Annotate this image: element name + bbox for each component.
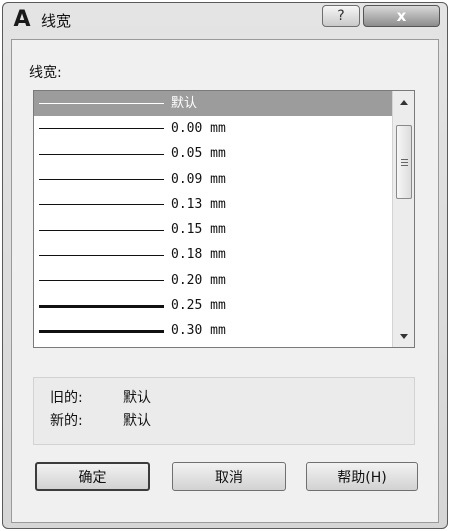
help-button[interactable]: 帮助(H) — [306, 462, 418, 491]
lineweight-value: 0.30 mm — [171, 323, 226, 339]
new-lineweight-row: 新的: 默认 — [50, 412, 151, 430]
lineweight-rows: 默认 0.00 mm 0.05 mm 0.09 mm 0.13 mm 0.15 mm 0.1… — [34, 91, 392, 347]
autocad-app-icon: A — [13, 7, 31, 32]
arrow-up-icon — [400, 99, 408, 105]
old-lineweight-label: 旧的: — [50, 390, 83, 406]
scroll-down-button[interactable] — [393, 327, 415, 345]
lineweight-value: 0.05 mm — [171, 146, 226, 162]
old-lineweight-row: 旧的: 默认 — [50, 389, 151, 407]
lineweight-value: 0.15 mm — [171, 222, 226, 238]
close-icon: x — [396, 7, 407, 25]
list-item[interactable]: 0.00 mm — [34, 116, 392, 141]
list-item[interactable]: 0.20 mm — [34, 268, 392, 293]
old-lineweight-value: 默认 — [123, 390, 151, 406]
lineweight-sample-line — [39, 153, 164, 155]
lineweight-sample-line — [39, 128, 164, 130]
dialog-body: 线宽: 默认 0.00 mm 0.05 mm 0.09 mm 0.13 mm 0.15 m… — [11, 39, 439, 523]
cancel-button[interactable]: 取消 — [172, 462, 286, 491]
title-bar[interactable]: A 线宽 ? x — [3, 3, 447, 39]
list-item[interactable]: 默认 — [34, 91, 392, 117]
list-item[interactable]: 0.18 mm — [34, 243, 392, 268]
lineweight-value: 默认 — [171, 95, 198, 111]
lineweight-info-panel: 旧的: 默认 新的: 默认 — [33, 377, 415, 445]
lineweight-value: 0.18 mm — [171, 247, 226, 263]
lineweight-sample-line — [39, 280, 164, 282]
ok-button[interactable]: 确定 — [35, 462, 150, 491]
lineweight-sample-line — [39, 304, 164, 308]
lineweight-value: 0.00 mm — [171, 120, 226, 136]
question-mark-icon: ? — [337, 8, 345, 24]
close-button[interactable]: x — [363, 5, 440, 27]
title-help-button[interactable]: ? — [322, 5, 360, 27]
lineweight-value: 0.20 mm — [171, 272, 226, 288]
list-item[interactable]: 0.25 mm — [34, 293, 392, 318]
lineweight-sample-line — [39, 254, 164, 256]
lineweight-dialog: A 线宽 ? x 线宽: 默认 0.00 mm 0.05 mm 0.09 mm 0.13… — [2, 2, 448, 529]
new-lineweight-label: 新的: — [50, 413, 83, 429]
lineweight-value: 0.13 mm — [171, 196, 226, 212]
new-lineweight-value: 默认 — [123, 413, 151, 429]
vertical-scrollbar[interactable] — [392, 91, 414, 347]
lineweight-sample-line — [39, 329, 164, 333]
arrow-down-icon — [400, 333, 408, 339]
lineweight-sample-line — [39, 204, 164, 206]
dialog-title: 线宽 — [41, 12, 72, 30]
lineweight-sample-line — [39, 229, 164, 231]
list-item[interactable]: 0.15 mm — [34, 217, 392, 242]
grip-icon — [400, 158, 408, 166]
lineweight-sample-line — [39, 179, 164, 181]
scroll-up-button[interactable] — [393, 93, 415, 111]
lineweight-sample-line — [39, 103, 164, 105]
list-item[interactable]: 0.30 mm — [34, 319, 392, 344]
list-item[interactable]: 0.05 mm — [34, 142, 392, 167]
scroll-thumb[interactable] — [396, 125, 412, 199]
list-item[interactable]: 0.09 mm — [34, 167, 392, 192]
list-item[interactable]: 0.13 mm — [34, 192, 392, 217]
lineweight-value: 0.25 mm — [171, 298, 226, 314]
lineweight-listbox[interactable]: 默认 0.00 mm 0.05 mm 0.09 mm 0.13 mm 0.15 mm 0.1… — [33, 90, 415, 348]
lineweight-value: 0.09 mm — [171, 171, 226, 187]
lineweight-list-label: 线宽: — [29, 65, 62, 81]
